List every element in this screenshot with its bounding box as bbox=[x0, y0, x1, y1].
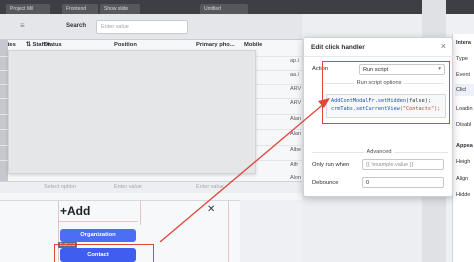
builder-canvas: +Add ✕ Organization button2 Contact bbox=[0, 200, 240, 262]
email-cell: Alfr bbox=[290, 162, 299, 168]
email-cell: ARV bbox=[290, 86, 302, 92]
close-icon[interactable]: × bbox=[441, 41, 446, 51]
app-topbar: Project Mil Frontend Show slide Untitled bbox=[0, 0, 474, 14]
col-position[interactable]: Position bbox=[114, 42, 137, 48]
inspector-height: Heigh bbox=[456, 159, 471, 165]
tab-project[interactable]: Project Mil bbox=[6, 4, 50, 14]
inspector-disabled: Disabl bbox=[456, 122, 472, 128]
position-filter[interactable]: Enter value bbox=[114, 184, 142, 190]
menu-icon[interactable]: ≡ bbox=[20, 21, 25, 30]
inspector-click[interactable]: Clicl bbox=[456, 87, 466, 93]
debounce-input[interactable]: 0 bbox=[362, 177, 444, 188]
add-title: +Add bbox=[60, 204, 91, 218]
tab-untitled[interactable]: Untitled bbox=[200, 4, 248, 14]
inspector-interaction: Intera bbox=[456, 40, 471, 46]
debounce-label: Debounce bbox=[312, 180, 339, 186]
search-row: ≡ Search Enter value bbox=[0, 14, 302, 40]
guide-line bbox=[228, 201, 229, 262]
tab-show-slide[interactable]: Show slide bbox=[100, 4, 140, 14]
inspector-appearance: Appea bbox=[456, 143, 473, 149]
inspector-panel: Intera Type Event Clicl Loadin Disabl Ap… bbox=[452, 34, 474, 262]
advanced-heading: Advanced bbox=[304, 149, 454, 155]
only-run-when-input[interactable]: {{ !example.value }} bbox=[362, 159, 444, 170]
inspector-event: Event bbox=[456, 72, 471, 78]
phone-filter[interactable]: Enter value bbox=[196, 184, 224, 190]
guide-line bbox=[58, 221, 138, 222]
tab-frontend[interactable]: Frontend bbox=[62, 4, 98, 14]
filter-row: Select option Enter value Enter value bbox=[0, 181, 302, 193]
grid-left-stripe bbox=[0, 40, 8, 190]
modal-overlay-panel bbox=[8, 50, 256, 174]
col-mobile[interactable]: Mobile bbox=[244, 42, 262, 48]
col-primary-phone[interactable]: Primary pho... bbox=[196, 42, 235, 48]
guide-line bbox=[140, 201, 141, 225]
col-status[interactable]: Status bbox=[44, 42, 62, 48]
email-cell: ap.i bbox=[290, 58, 299, 64]
email-cell: Albe bbox=[290, 147, 302, 153]
contact-highlight-box bbox=[54, 244, 154, 262]
email-cell: aa.i bbox=[290, 72, 299, 78]
script-highlight-box bbox=[322, 61, 450, 124]
email-cell: Alan bbox=[290, 131, 302, 137]
search-input[interactable]: Enter value bbox=[96, 20, 188, 34]
organization-button[interactable]: Organization bbox=[60, 229, 136, 242]
search-label: Search bbox=[66, 23, 87, 29]
inspector-hidden: Hidde bbox=[456, 192, 471, 198]
dialog-divider bbox=[304, 56, 454, 57]
only-run-when-label: Only run when bbox=[312, 162, 350, 168]
inspector-loading: Loadin bbox=[456, 106, 473, 112]
email-cell: Alan bbox=[290, 116, 302, 122]
inspector-align: Align bbox=[456, 176, 469, 182]
edit-click-handler-dialog: Edit click handler × Action Run script ▾… bbox=[303, 37, 454, 197]
advanced-text: Advanced bbox=[363, 149, 395, 155]
email-cell: ARV bbox=[290, 100, 302, 106]
inspector-type: Type bbox=[456, 56, 468, 62]
dialog-title: Edit click handler bbox=[311, 44, 365, 51]
close-icon[interactable]: ✕ bbox=[207, 204, 215, 215]
status-filter[interactable]: Select option bbox=[44, 184, 76, 190]
